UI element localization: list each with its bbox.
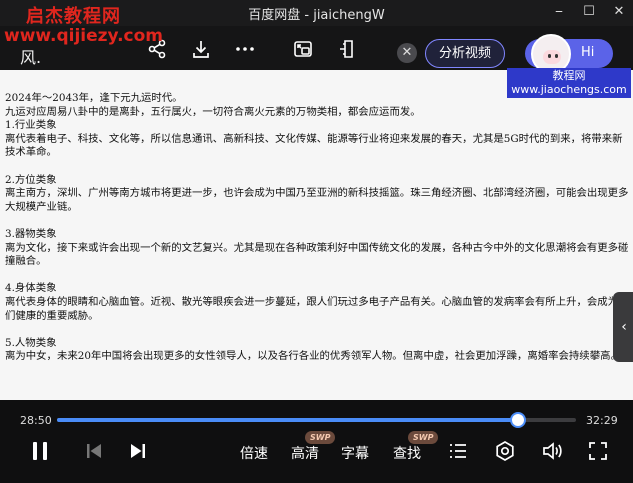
fullscreen-icon[interactable]	[587, 440, 609, 462]
picture-in-picture-icon[interactable]	[292, 38, 314, 60]
player-controls: 28:50 32:29 倍速 SWP 高清 字幕 SWP 查找	[0, 400, 633, 483]
document-text: 2024年～2043年，逢下元九运时代。 九运对应周易八卦中的是离卦，五行属火，…	[5, 92, 633, 364]
doc-line: 3.器物类象	[5, 227, 57, 240]
doc-line: 们健康的重要威胁。	[5, 309, 99, 322]
doc-line: 离代表身体的眼睛和心脑血管。近视、散光等眼疾会进一步蔓延，跟人们玩过多电子产品有…	[5, 295, 629, 308]
search-button[interactable]: 查找	[393, 443, 421, 463]
doc-line: 离主南方，深圳、广州等南方城市将更进一步，也许会成为中国乃至亚洲的新科技摇篮。珠…	[5, 187, 629, 200]
watermark-badge-title: 教程网	[552, 69, 586, 82]
next-icon[interactable]	[127, 440, 149, 462]
pin-icon[interactable]	[336, 38, 358, 60]
doc-line: 离代表着电子、科技、文化等，所以信息通讯、高新科技、文化传媒、能源等行业将迎来发…	[5, 132, 623, 145]
avatar-eye-right	[555, 54, 558, 58]
doc-line: 1.行业类象	[5, 119, 57, 132]
avatar-eye-left	[548, 54, 551, 58]
analyze-video-button[interactable]: 分析视频	[425, 39, 505, 68]
doc-gap	[5, 160, 633, 174]
doc-line: 5.人物类象	[5, 336, 57, 349]
doc-gap	[5, 269, 633, 283]
minimize-button[interactable]: ⎯	[551, 3, 567, 21]
watermark-url: www.qijiezy.com	[4, 26, 164, 46]
progress-bar[interactable]	[57, 412, 576, 428]
doc-line: 离为中女，未来20年中国将会出现更多的女性领导人，以及各行各业的优秀领军人物。但…	[5, 350, 621, 363]
playlist-icon[interactable]	[447, 440, 469, 462]
quality-button[interactable]: 高清	[291, 443, 319, 463]
doc-line: 技术革命。	[5, 146, 57, 159]
doc-line: 离为文化，接下来或许会出现一个新的文艺复兴。尤其是现在各种政策利好中国传统文化的…	[5, 241, 629, 254]
total-time: 32:29	[586, 414, 618, 427]
progress-fill	[57, 418, 518, 422]
doc-line: 2.方位类象	[5, 173, 57, 186]
volume-icon[interactable]	[541, 440, 563, 462]
close-window-button[interactable]: ✕	[611, 3, 627, 21]
window-controls: ⎯ ☐ ✕	[551, 3, 627, 21]
doc-line: 4.身体类象	[5, 282, 57, 295]
watermark-badge: 教程网 www.jiaochengs.com	[507, 68, 631, 98]
download-icon[interactable]	[190, 38, 212, 60]
doc-gap	[5, 323, 633, 337]
side-panel-toggle[interactable]: ‹	[613, 292, 633, 362]
progress-thumb[interactable]	[509, 412, 526, 428]
previous-icon[interactable]	[83, 440, 105, 462]
assistant-hi-label: Hi	[581, 45, 595, 60]
doc-gap	[5, 214, 633, 228]
watermark-site-name: 启杰教程网	[26, 6, 121, 27]
pause-icon[interactable]	[29, 440, 51, 462]
current-time: 28:50	[20, 414, 52, 427]
watermark-badge-url: www.jiaochengs.com	[511, 83, 627, 96]
maximize-button[interactable]: ☐	[581, 3, 597, 21]
video-frame[interactable]: 2024年～2043年，逢下元九运时代。 九运对应周易八卦中的是离卦，五行属火，…	[0, 70, 633, 410]
close-analyze-button[interactable]: ✕	[397, 43, 417, 63]
file-name: 风.	[20, 48, 42, 67]
doc-line: 撞融合。	[5, 255, 47, 268]
subtitle-button[interactable]: 字幕	[341, 443, 369, 463]
more-icon[interactable]	[234, 38, 256, 60]
avatar-face	[543, 50, 561, 64]
doc-line: 大规模产业链。	[5, 200, 78, 213]
settings-icon[interactable]	[494, 440, 516, 462]
doc-line: 九运对应周易八卦中的是离卦，五行属火，一切符合离火元素的万物类相，都会应运而发。	[5, 105, 421, 118]
speed-button[interactable]: 倍速	[240, 443, 268, 463]
